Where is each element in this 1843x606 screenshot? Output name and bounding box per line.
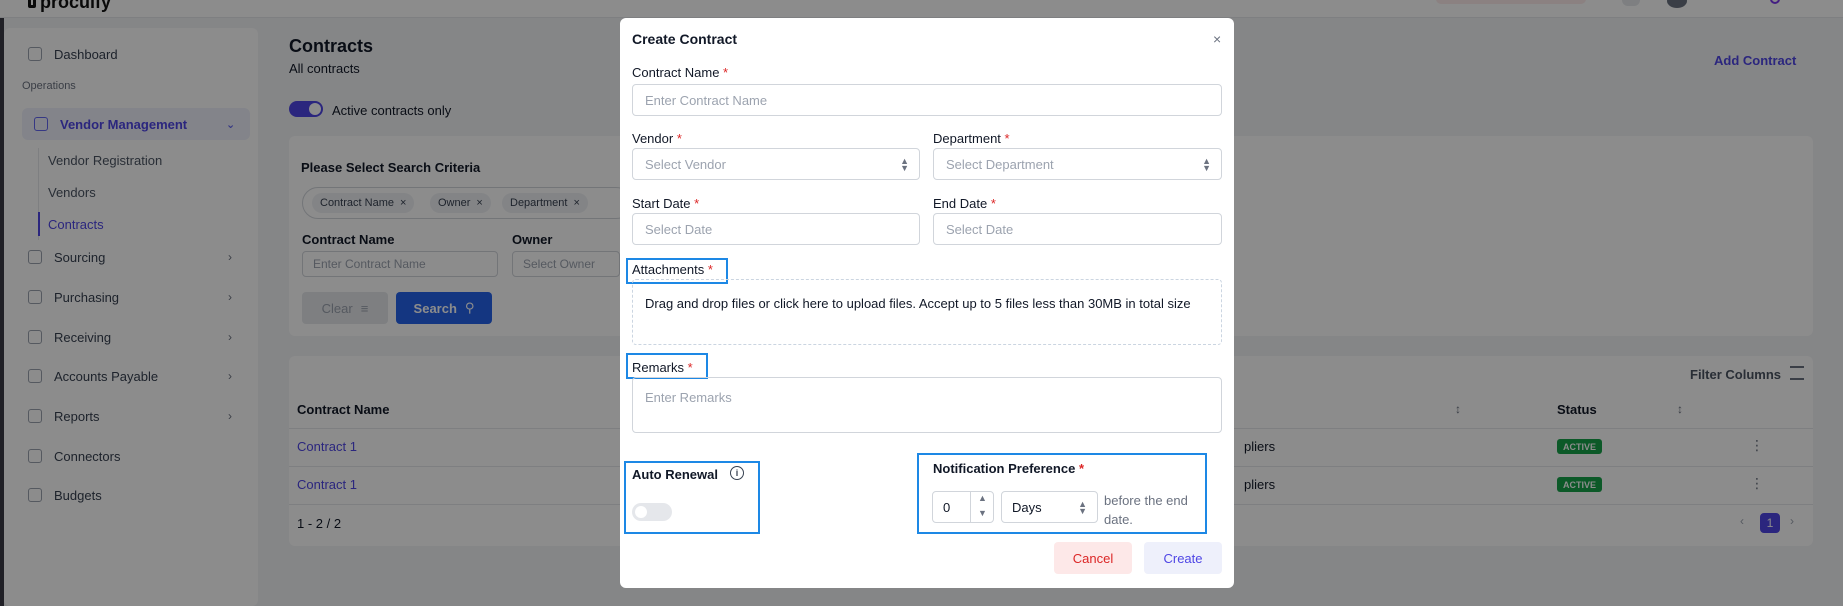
select-placeholder: Select Department	[946, 156, 1054, 172]
select-placeholder: Select Vendor	[645, 156, 726, 172]
label-text: Start Date	[632, 196, 691, 211]
notification-unit-select[interactable]: Days ▲ ▼	[1001, 491, 1098, 523]
required-mark: *	[694, 196, 700, 211]
required-mark: *	[990, 196, 996, 211]
number-stepper[interactable]: ▲ ▼	[970, 491, 994, 523]
required-mark: *	[687, 360, 693, 375]
end-date-label: End Date *	[933, 196, 996, 211]
auto-renewal-label: Auto Renewal	[632, 467, 718, 482]
department-label: Department *	[933, 131, 1010, 146]
notification-suffix-text: before the end date.	[1104, 493, 1188, 527]
required-mark: *	[676, 131, 682, 146]
label-text: Vendor	[632, 131, 674, 146]
required-mark: *	[1004, 131, 1010, 146]
department-select[interactable]: Select Department ▲ ▼	[933, 148, 1222, 180]
attachments-label: Attachments *	[632, 262, 713, 277]
contract-name-input[interactable]: Enter Contract Name	[632, 84, 1222, 116]
start-date-picker[interactable]: Select Date	[632, 213, 920, 245]
modal-title: Create Contract	[632, 31, 738, 47]
contract-name-label: Contract Name *	[632, 65, 728, 80]
label-text: Attachments	[632, 262, 705, 277]
required-mark: *	[707, 262, 713, 277]
label-text: Remarks	[632, 360, 685, 375]
select-value: Days	[1012, 499, 1042, 515]
auto-renewal-switch[interactable]	[632, 503, 672, 521]
start-date-label: Start Date *	[632, 196, 699, 211]
create-button[interactable]: Create	[1144, 542, 1222, 574]
cancel-button[interactable]: Cancel	[1054, 542, 1132, 574]
end-date-picker[interactable]: Select Date	[933, 213, 1222, 245]
select-arrows-icon: ▲ ▼	[900, 156, 909, 173]
vendor-select[interactable]: Select Vendor ▲ ▼	[632, 148, 920, 180]
select-arrows-icon: ▲ ▼	[1202, 156, 1211, 173]
vendor-label: Vendor *	[632, 131, 682, 146]
select-arrows-icon: ▲ ▼	[1078, 499, 1087, 516]
required-mark: *	[1078, 461, 1085, 476]
label-text: Contract Name	[632, 65, 720, 80]
remarks-label: Remarks *	[632, 360, 693, 375]
required-mark: *	[723, 65, 729, 80]
label-text: Notification Preference	[933, 461, 1076, 476]
close-icon[interactable]: ×	[1213, 31, 1221, 47]
file-dropzone[interactable]: Drag and drop files or click here to upl…	[632, 279, 1222, 345]
remarks-textarea[interactable]: Enter Remarks	[632, 377, 1222, 433]
notification-preference-label: Notification Preference *	[933, 461, 1084, 476]
info-icon[interactable]: i	[730, 466, 744, 480]
label-text: Department	[933, 131, 1001, 146]
label-text: End Date	[933, 196, 988, 211]
